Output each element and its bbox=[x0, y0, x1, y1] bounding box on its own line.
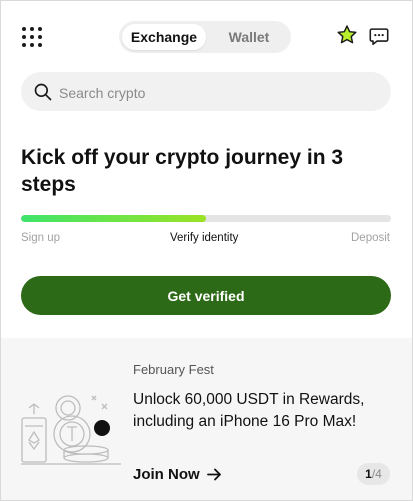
search-bar[interactable] bbox=[21, 72, 391, 113]
get-verified-button[interactable]: Get verified bbox=[21, 276, 391, 315]
top-bar: Exchange Wallet bbox=[1, 1, 412, 71]
step-sign-up: Sign up bbox=[21, 232, 61, 244]
pager-current: 1 bbox=[365, 467, 372, 481]
arrow-right-icon bbox=[206, 468, 221, 481]
promo-pager: 1/4 bbox=[357, 463, 390, 485]
exchange-wallet-switch: Exchange Wallet bbox=[119, 21, 291, 53]
onboarding-headline: Kick off your crypto journey in 3 steps bbox=[21, 146, 344, 196]
tab-exchange[interactable]: Exchange bbox=[122, 24, 206, 50]
pager-total: 4 bbox=[375, 467, 382, 481]
join-now-link[interactable]: Join Now bbox=[133, 466, 222, 483]
chat-icon[interactable] bbox=[368, 25, 390, 47]
tab-wallet[interactable]: Wallet bbox=[212, 24, 286, 50]
promo-banner[interactable]: February Fest Unlock 60,000 USDT in Rewa… bbox=[1, 338, 412, 500]
search-input[interactable] bbox=[57, 72, 381, 113]
step-verify-identity: Verify identity bbox=[170, 232, 239, 244]
step-deposit: Deposit bbox=[351, 232, 390, 244]
app-frame: Exchange Wallet Kick off your crypto jou… bbox=[0, 0, 413, 501]
star-icon[interactable] bbox=[336, 24, 358, 46]
search-icon bbox=[34, 83, 52, 101]
progress-fill bbox=[21, 215, 206, 222]
promo-illustration bbox=[21, 395, 121, 465]
onboarding-progress-bar bbox=[21, 215, 391, 222]
grid-menu-icon[interactable] bbox=[22, 27, 42, 47]
join-now-label: Join Now bbox=[133, 466, 200, 483]
promo-tag: February Fest bbox=[133, 362, 214, 377]
promo-title: Unlock 60,000 USDT in Rewards, including… bbox=[133, 391, 365, 430]
